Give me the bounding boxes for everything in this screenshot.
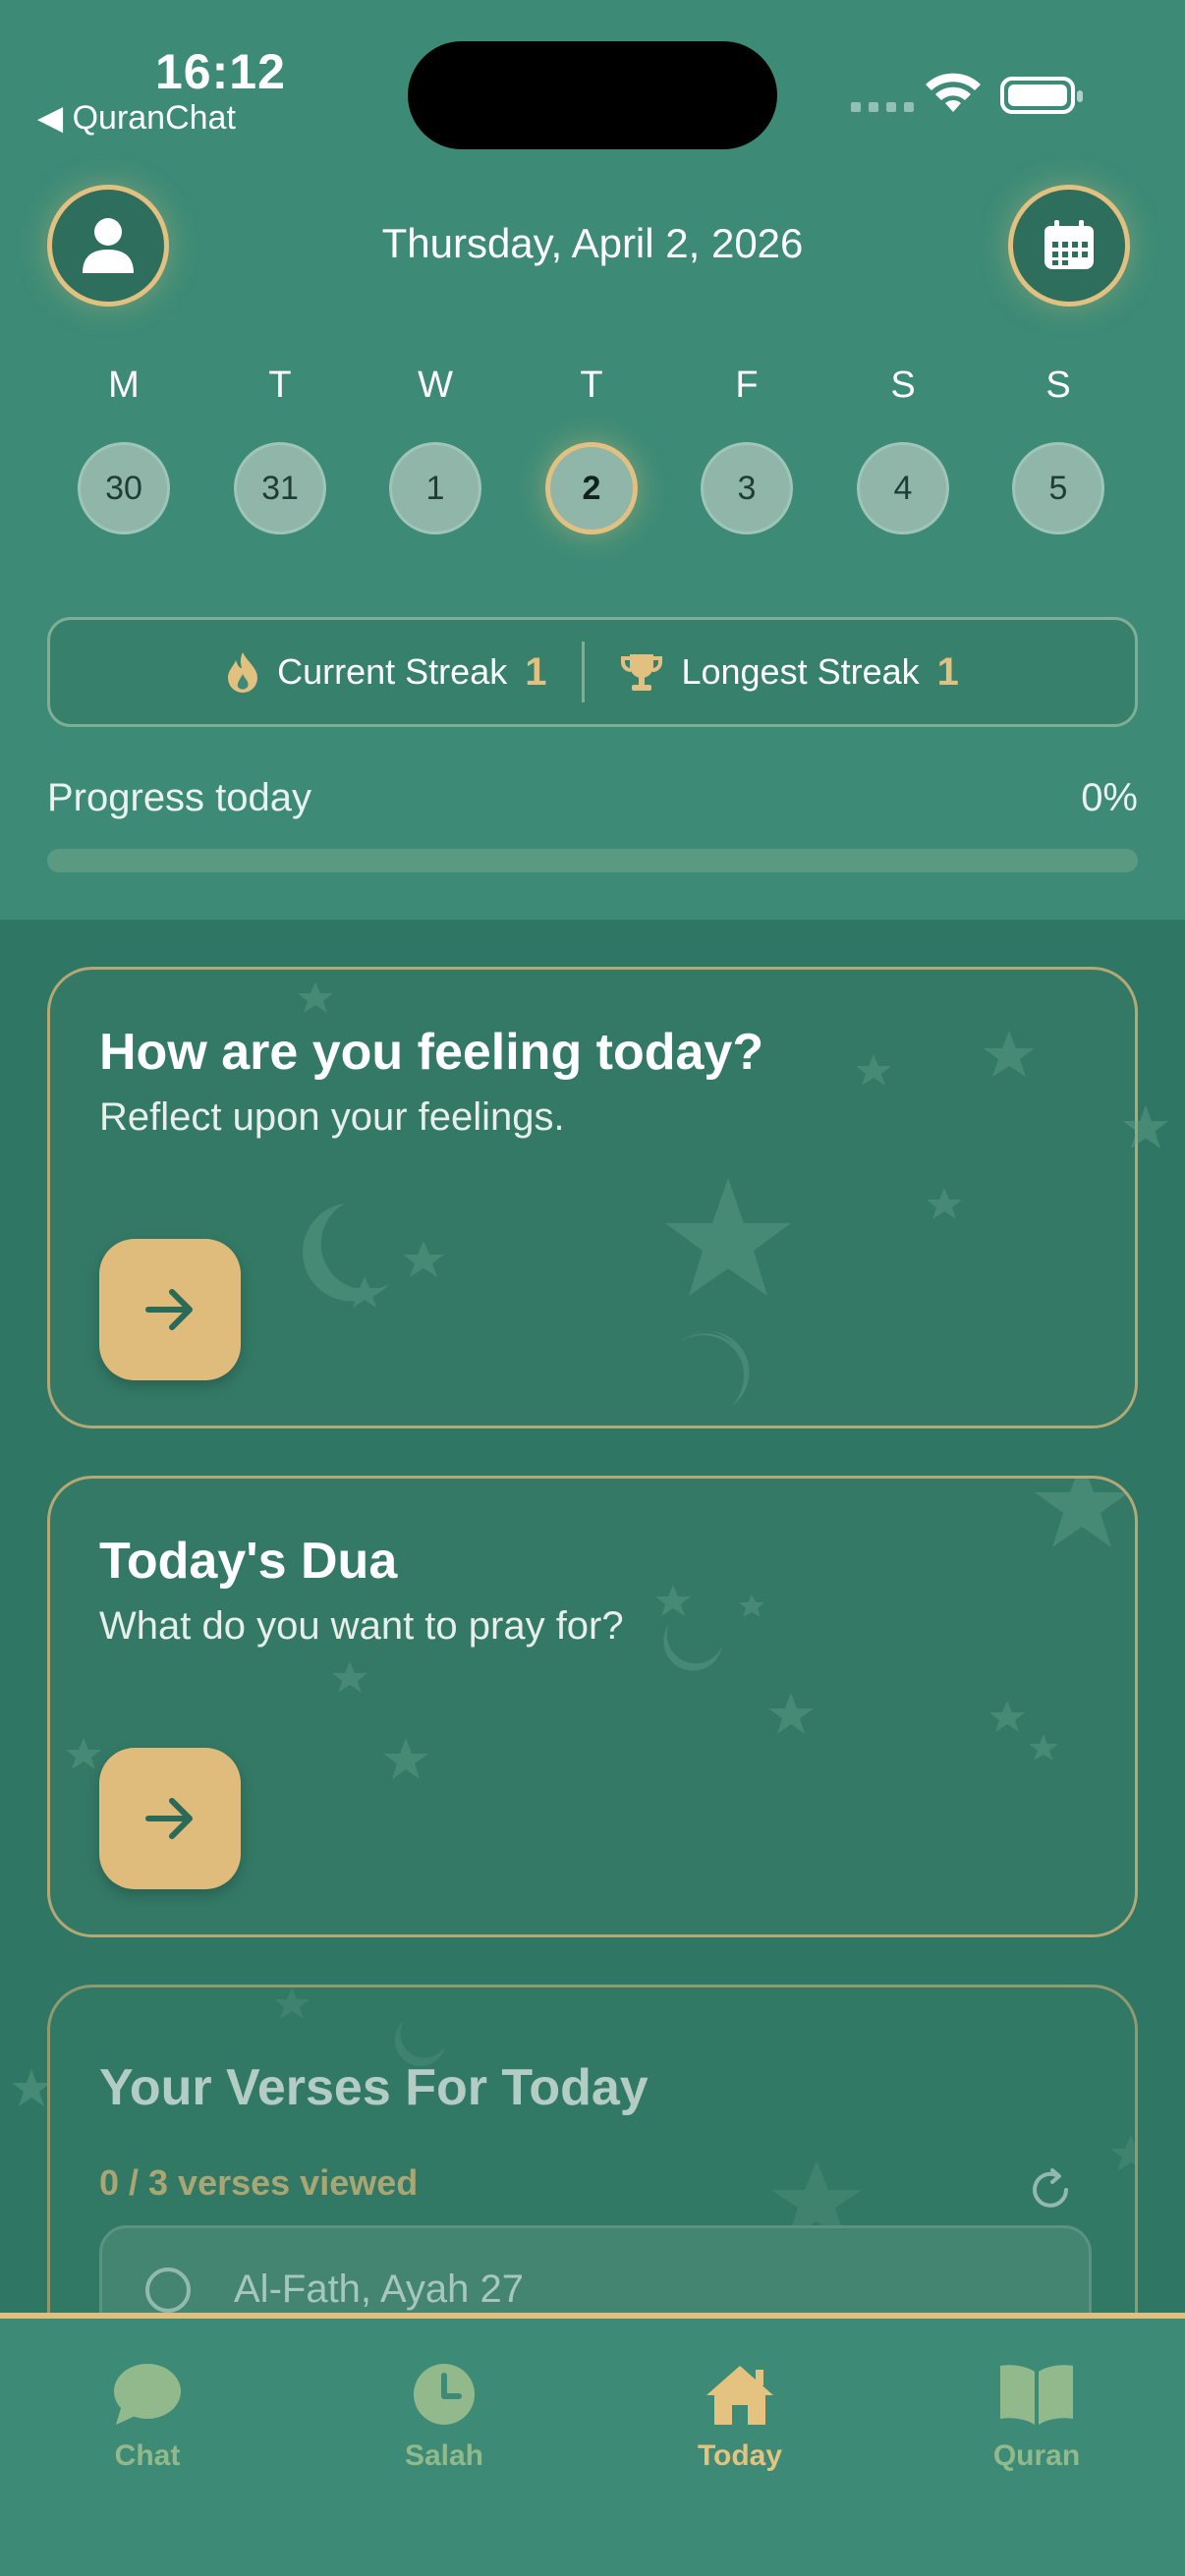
header-area: 16:12 ◀ QuranChat Thursday, April 2, 202… [0,0,1185,920]
week-day-sun[interactable]: S 5 [1009,358,1107,534]
verses-viewed-count: 0 / 3 verses viewed [99,2162,419,2203]
feeling-card[interactable]: How are you feeling today? Reflect upon … [47,967,1138,1428]
week-day-mon[interactable]: M 30 [75,358,173,534]
tab-today[interactable]: Today [642,2362,838,2473]
trophy-icon [621,654,663,691]
day-number[interactable]: 30 [78,442,170,534]
weekday-letter: T [268,364,292,406]
book-icon [1000,2365,1073,2425]
week-day-fri[interactable]: F 3 [698,358,796,534]
week-day-tue[interactable]: T 31 [231,358,329,534]
day-number[interactable]: 5 [1012,442,1104,534]
battery-icon [1000,77,1083,114]
week-day-wed[interactable]: W 1 [386,358,484,534]
calendar-button[interactable] [1008,185,1130,307]
day-number[interactable]: 3 [701,442,793,534]
back-to-app-link[interactable]: ◀ QuranChat [37,98,236,138]
signal-icon [851,102,914,112]
home-icon [706,2366,773,2425]
feeling-continue-button[interactable] [99,1239,241,1380]
dynamic-island [408,41,777,149]
progress-percent: 0% [1081,776,1138,819]
progress-label: Progress today [47,776,312,819]
current-streak: Current Streak 1 [191,650,582,695]
wifi-icon [926,73,981,112]
calendar-icon [1044,220,1094,269]
arrow-right-icon [145,1289,193,1330]
day-number[interactable]: 31 [234,442,326,534]
flame-icon [228,652,258,693]
progress-bar [47,849,1138,872]
weekday-letter: T [580,364,603,406]
verse-radio[interactable] [145,2268,191,2313]
dua-continue-button[interactable] [99,1748,241,1889]
weekday-letter: S [890,364,916,406]
arrow-right-icon [145,1798,193,1839]
weekday-letter: M [108,364,140,406]
dua-card-subtitle: What do you want to pray for? [99,1604,624,1648]
day-number[interactable]: 4 [857,442,949,534]
chat-bubble-icon [114,2364,181,2425]
verses-card-title: Your Verses For Today [99,2059,649,2116]
refresh-icon[interactable] [1027,2166,1074,2213]
verse-label: Al-Fath, Ayah 27 [234,2268,524,2311]
current-streak-label: Current Streak [277,651,508,692]
week-day-thu[interactable]: T 2 [542,358,641,534]
star-decoration-icon [1122,1104,1169,1148]
current-streak-value: 1 [525,649,547,694]
tab-bar: Chat Salah Today Quran [0,2313,1185,2576]
status-time: 16:12 [155,44,286,99]
tab-label: Salah [404,2439,484,2472]
streak-panel: Current Streak 1 Longest Streak 1 [47,617,1138,727]
tab-chat[interactable]: Chat [49,2362,246,2473]
clock-icon [414,2364,475,2425]
longest-streak: Longest Streak 1 [585,650,993,695]
weekday-letter: F [735,364,759,406]
longest-streak-label: Longest Streak [681,651,920,692]
dua-card[interactable]: Today's Dua What do you want to pray for… [47,1476,1138,1937]
weekday-letter: W [418,364,453,406]
feeling-card-title: How are you feeling today? [99,1024,764,1081]
weekday-letter: S [1045,364,1071,406]
star-decoration-icon [12,2069,51,2106]
tab-salah[interactable]: Salah [346,2362,542,2473]
longest-streak-value: 1 [936,649,959,694]
day-number[interactable]: 1 [389,442,481,534]
week-day-sat[interactable]: S 4 [854,358,952,534]
tab-label: Chat [114,2439,181,2472]
day-number-selected[interactable]: 2 [545,442,638,534]
feeling-card-subtitle: Reflect upon your feelings. [99,1095,565,1139]
tab-quran[interactable]: Quran [938,2362,1135,2473]
dua-card-title: Today's Dua [99,1533,398,1590]
tab-label: Quran [992,2439,1081,2472]
tab-label: Today [697,2439,783,2472]
